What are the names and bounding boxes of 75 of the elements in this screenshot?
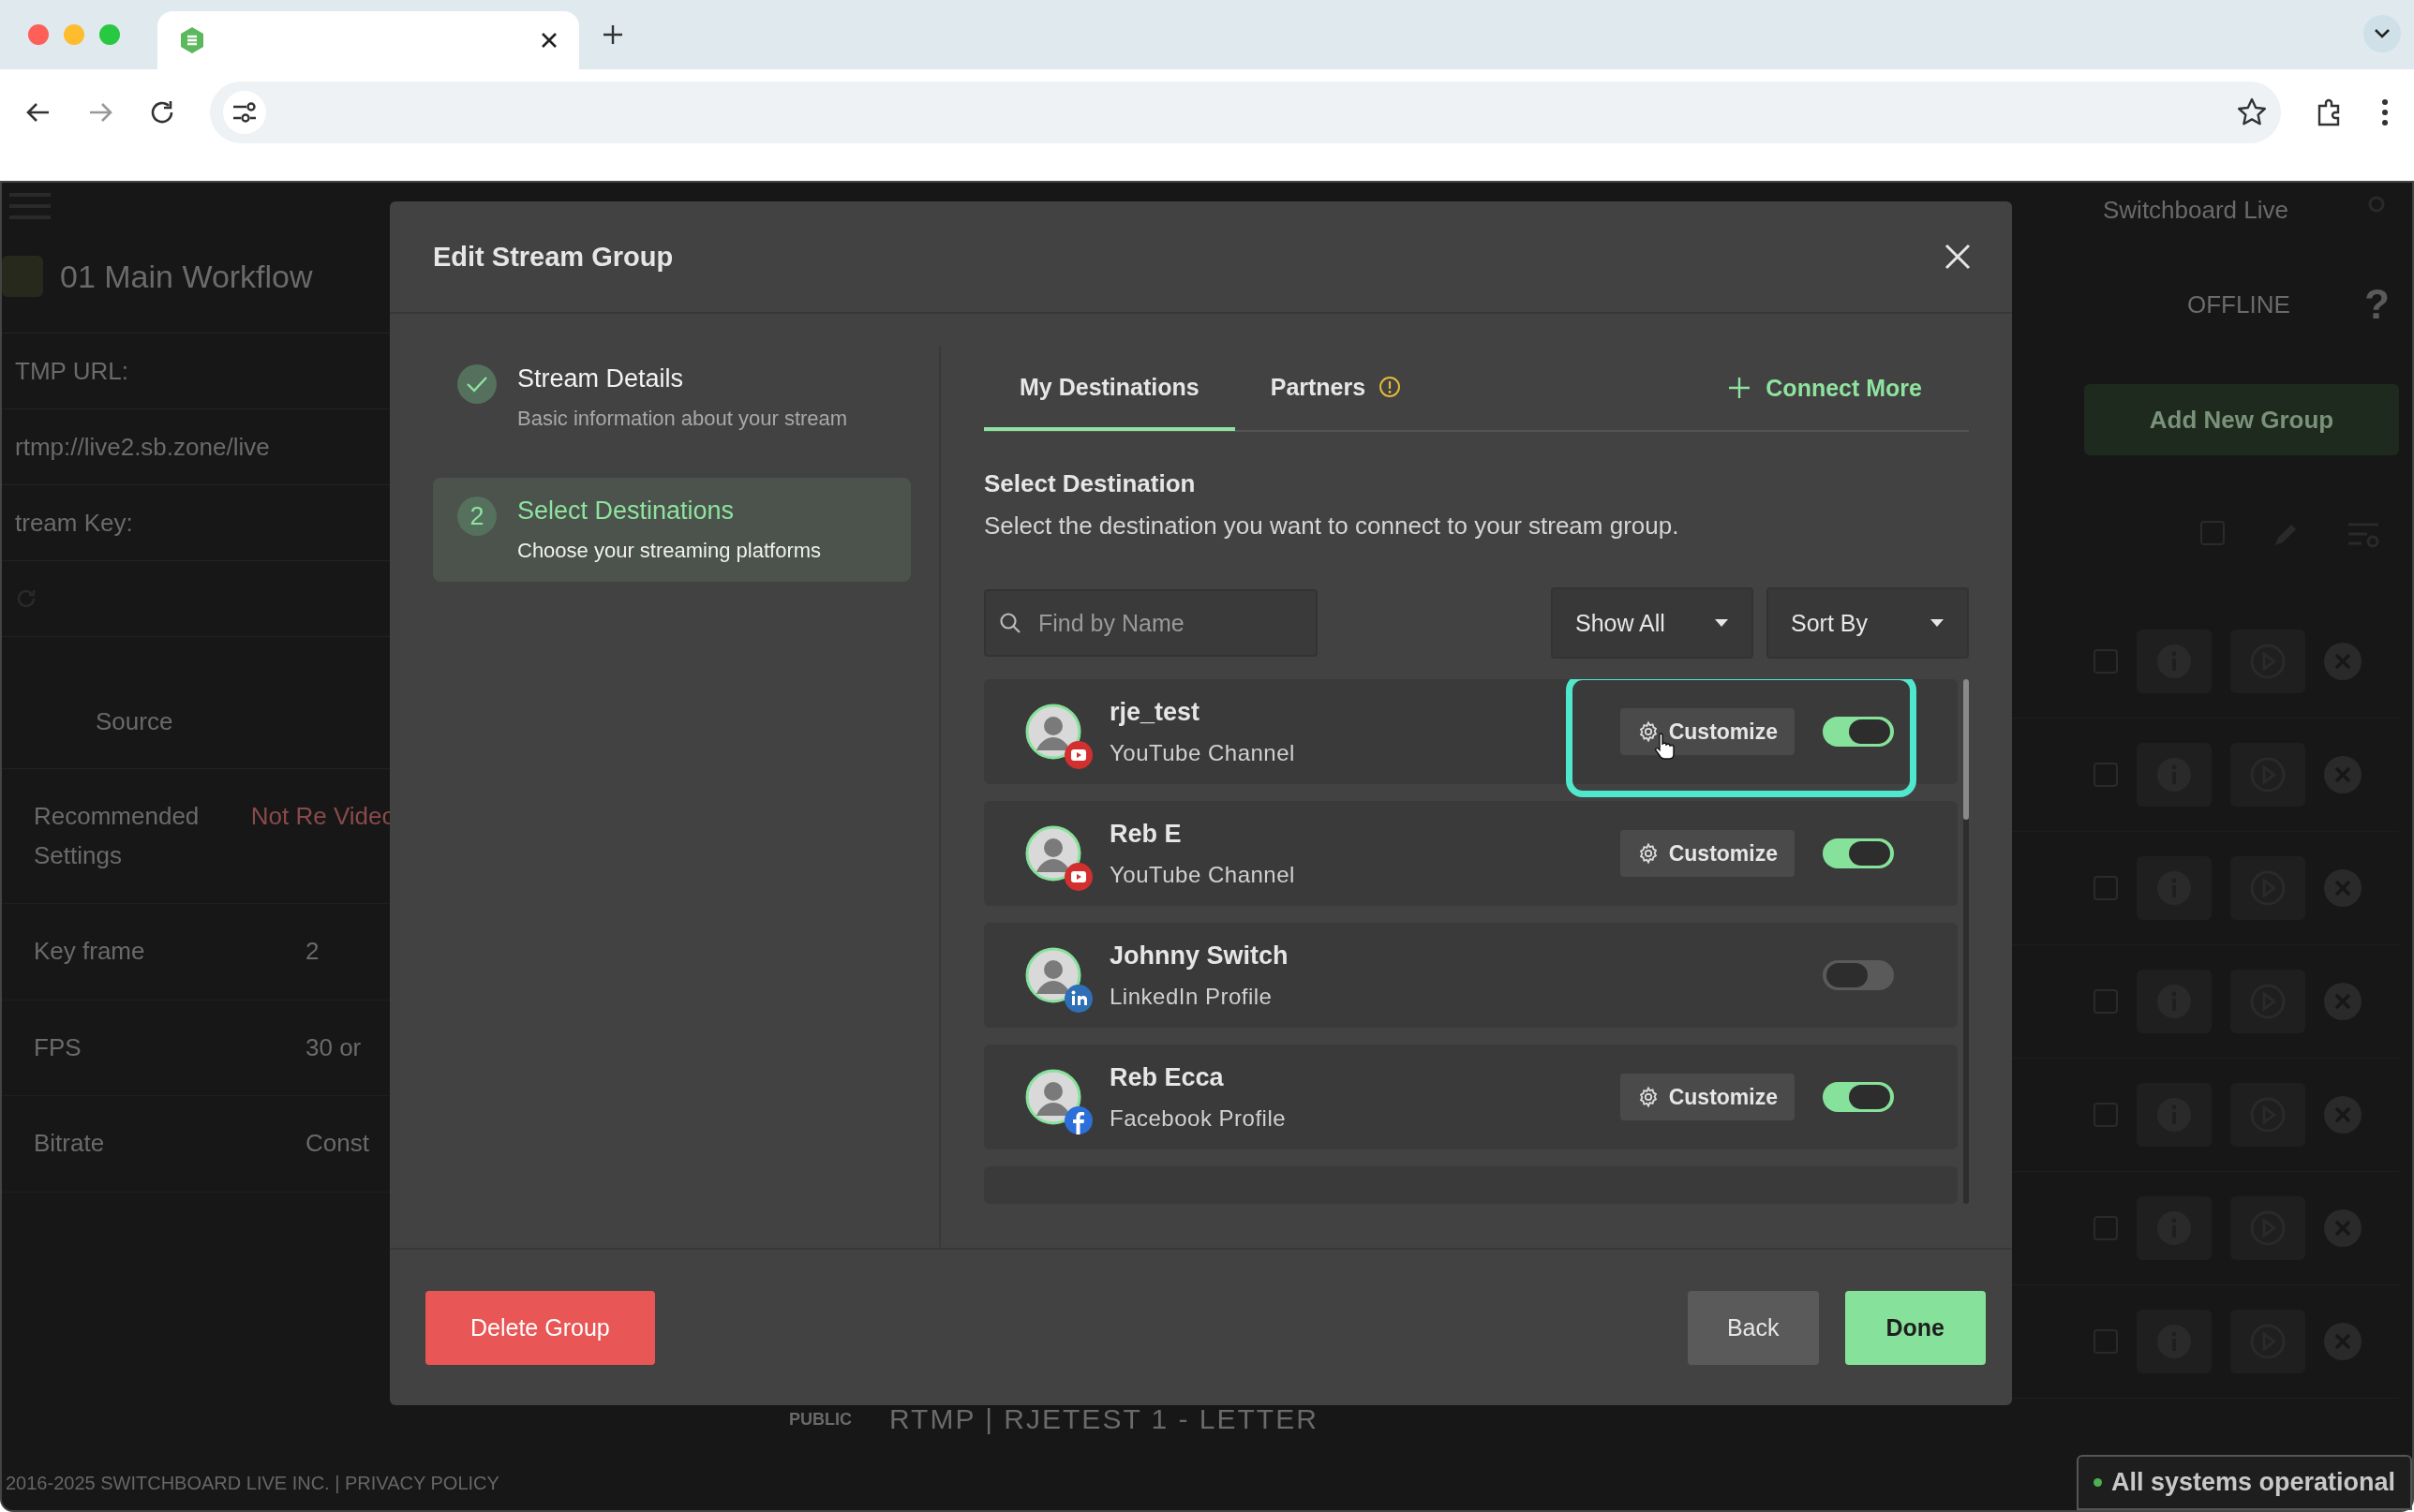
setting-value: 30 or: [305, 1031, 362, 1063]
close-icon: [1945, 244, 1971, 270]
youtube-badge-icon: [1065, 863, 1093, 891]
platform-label: YouTube Channel: [1110, 861, 1295, 888]
caret-icon: [1930, 618, 1945, 628]
destination-line: RTMP | RJETEST 1 - LETTER: [889, 1403, 1319, 1435]
platform-label: LinkedIn Profile: [1110, 983, 1274, 1010]
setting-value: Const: [305, 1128, 369, 1160]
done-button[interactable]: Done: [1844, 1290, 1986, 1365]
close-tab-icon[interactable]: [540, 31, 559, 50]
field-value: rtmp://live2.sb.zone/live: [15, 432, 270, 462]
platform-label: Facebook Profile: [1110, 1104, 1287, 1132]
destination-name: Reb Ecca: [1110, 1062, 1225, 1092]
facebook-badge-icon: [1065, 1106, 1093, 1134]
more-menu-icon[interactable]: [2380, 97, 2390, 127]
toggle-switch[interactable]: [1823, 1082, 1894, 1112]
section-title: Select Destination: [984, 469, 1197, 498]
setting-label: Bitrate: [34, 1128, 106, 1160]
status-label: OFFLINE: [2187, 289, 2290, 319]
add-group-button[interactable]: Add New Group: [2084, 384, 2399, 455]
new-tab-icon[interactable]: [602, 23, 624, 46]
customize-button[interactable]: Customize: [1619, 708, 1795, 755]
setting-value: 2: [305, 936, 320, 968]
step-subtitle: Basic information about your stream: [517, 407, 848, 431]
destination-name: Reb E: [1110, 819, 1183, 849]
workflow-title: 01 Main Workflow: [60, 258, 313, 295]
scrollbar-thumb[interactable]: [1963, 679, 1969, 820]
destination-name: rje_test: [1110, 697, 1201, 727]
toggle-switch[interactable]: [1823, 717, 1894, 747]
platform-label: YouTube Channel: [1110, 739, 1295, 766]
plus-icon: [1728, 377, 1751, 399]
step-check-icon: [457, 364, 497, 404]
maximize-window-button[interactable]: [99, 24, 120, 45]
youtube-badge-icon: [1065, 741, 1093, 769]
status-dot: [2093, 1478, 2102, 1487]
customize-button[interactable]: Customize: [1619, 1074, 1795, 1120]
step-number: 2: [457, 497, 497, 536]
filter-dropdown[interactable]: Show All: [1551, 587, 1753, 659]
site-settings-icon[interactable]: [231, 101, 258, 124]
section-description: Select the destination you want to connect to your stream group.: [984, 511, 1680, 541]
tab-list-button[interactable]: [2363, 15, 2401, 52]
field-label: TMP URL:: [15, 356, 128, 386]
public-label: PUBLIC: [789, 1409, 852, 1430]
wizard-step[interactable]: Stream Details Basic information about your stream: [433, 346, 911, 450]
minimize-window-button[interactable]: [64, 24, 84, 45]
favicon-icon: [178, 26, 206, 54]
workflow-icon: [2, 256, 43, 297]
back-button[interactable]: Back: [1687, 1290, 1819, 1365]
destination-tab[interactable]: My Destinations: [984, 347, 1235, 431]
wizard-step[interactable]: 2 Select Destinations Choose your streaming platforms: [433, 478, 911, 582]
chevron-down-icon: [2374, 28, 2391, 39]
linkedin-badge-icon: [1065, 985, 1093, 1013]
customize-button[interactable]: Customize: [1619, 830, 1795, 877]
delete-group-button[interactable]: Delete Group: [425, 1290, 655, 1365]
destination-tab[interactable]: Partners: [1234, 347, 1438, 431]
step-title: Stream Details: [517, 364, 685, 393]
filter-dropdown[interactable]: Sort By: [1766, 587, 1969, 659]
close-window-button[interactable]: [28, 24, 49, 45]
field-label: tream Key:: [15, 508, 133, 538]
toggle-switch[interactable]: [1823, 960, 1894, 990]
destination-name: Johnny Switch: [1110, 941, 1289, 971]
status-text: All systems operational: [2110, 1468, 2395, 1497]
search-field[interactable]: Find by Name: [984, 589, 1318, 657]
setting-label: Key frame: [34, 936, 146, 968]
search-icon: [999, 612, 1021, 634]
brand-name: Switchboard Live: [2103, 196, 2288, 225]
connect-more-button[interactable]: Connect More: [1728, 374, 1969, 402]
setting-label: FPS: [34, 1031, 82, 1063]
step-title: Select Destinations: [517, 497, 736, 526]
toggle-switch[interactable]: [1823, 838, 1894, 868]
dialog-title: Edit Stream Group: [433, 241, 674, 273]
step-subtitle: Choose your streaming platforms: [517, 539, 822, 563]
copyright-footer: 2016-2025 SWITCHBOARD LIVE INC. | PRIVACY POLICY: [2, 1473, 499, 1510]
setting-label: Recommended Settings: [34, 801, 201, 871]
caret-icon: [1714, 618, 1729, 628]
